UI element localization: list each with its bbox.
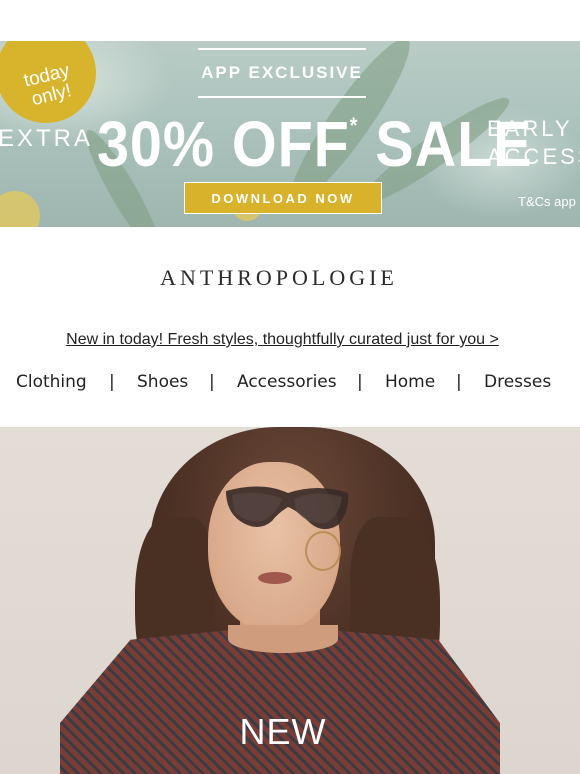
hero-image[interactable]: NEW: [0, 427, 580, 774]
early-line: EARLY: [487, 116, 573, 141]
nav-item-dresses[interactable]: Dresses: [484, 372, 551, 392]
nav-item-shoes[interactable]: Shoes: [137, 372, 188, 392]
hoop-earring: [305, 531, 341, 571]
top-spacer: [0, 0, 580, 41]
nav-item-accessories[interactable]: Accessories: [237, 372, 337, 392]
hero-new-label: NEW: [239, 711, 327, 752]
flower-decoration: [0, 191, 40, 227]
neckline: [228, 625, 338, 653]
new-in-today-link[interactable]: New in today! Fresh styles, thoughtfully…: [0, 331, 565, 349]
sale-headline: 30% OFF* SALE: [97, 107, 532, 181]
nav-item-home[interactable]: Home: [385, 372, 435, 392]
asterisk-mark: *: [349, 113, 359, 138]
nav-separator: |: [456, 372, 462, 392]
download-now-button[interactable]: DOWNLOAD NOW: [184, 182, 382, 214]
app-sale-banner[interactable]: today only! APP EXCLUSIVE EXTRA 30% OFF*…: [0, 41, 580, 227]
category-nav: Clothing | Shoes | Accessories | Home | …: [0, 372, 580, 396]
early-access-label: EARLY ACCESS: [487, 115, 580, 171]
app-exclusive-label: APP EXCLUSIVE: [198, 48, 366, 98]
access-line: ACCESS: [487, 144, 580, 169]
sunglasses-graphic: [226, 486, 349, 530]
nav-separator: |: [357, 372, 363, 392]
model-lips: [258, 572, 292, 584]
today-only-text: today only!: [21, 60, 74, 111]
extra-label: EXTRA: [0, 125, 94, 152]
brand-logo[interactable]: ANTHROPOLOGIE: [0, 265, 558, 291]
terms-link[interactable]: T&Cs app: [518, 194, 576, 209]
nav-separator: |: [209, 372, 215, 392]
nav-separator: |: [109, 372, 115, 392]
today-only-badge: today only!: [0, 41, 96, 123]
sale-percent-text: 30% OFF: [97, 108, 350, 180]
nav-item-clothing[interactable]: Clothing: [16, 372, 87, 392]
